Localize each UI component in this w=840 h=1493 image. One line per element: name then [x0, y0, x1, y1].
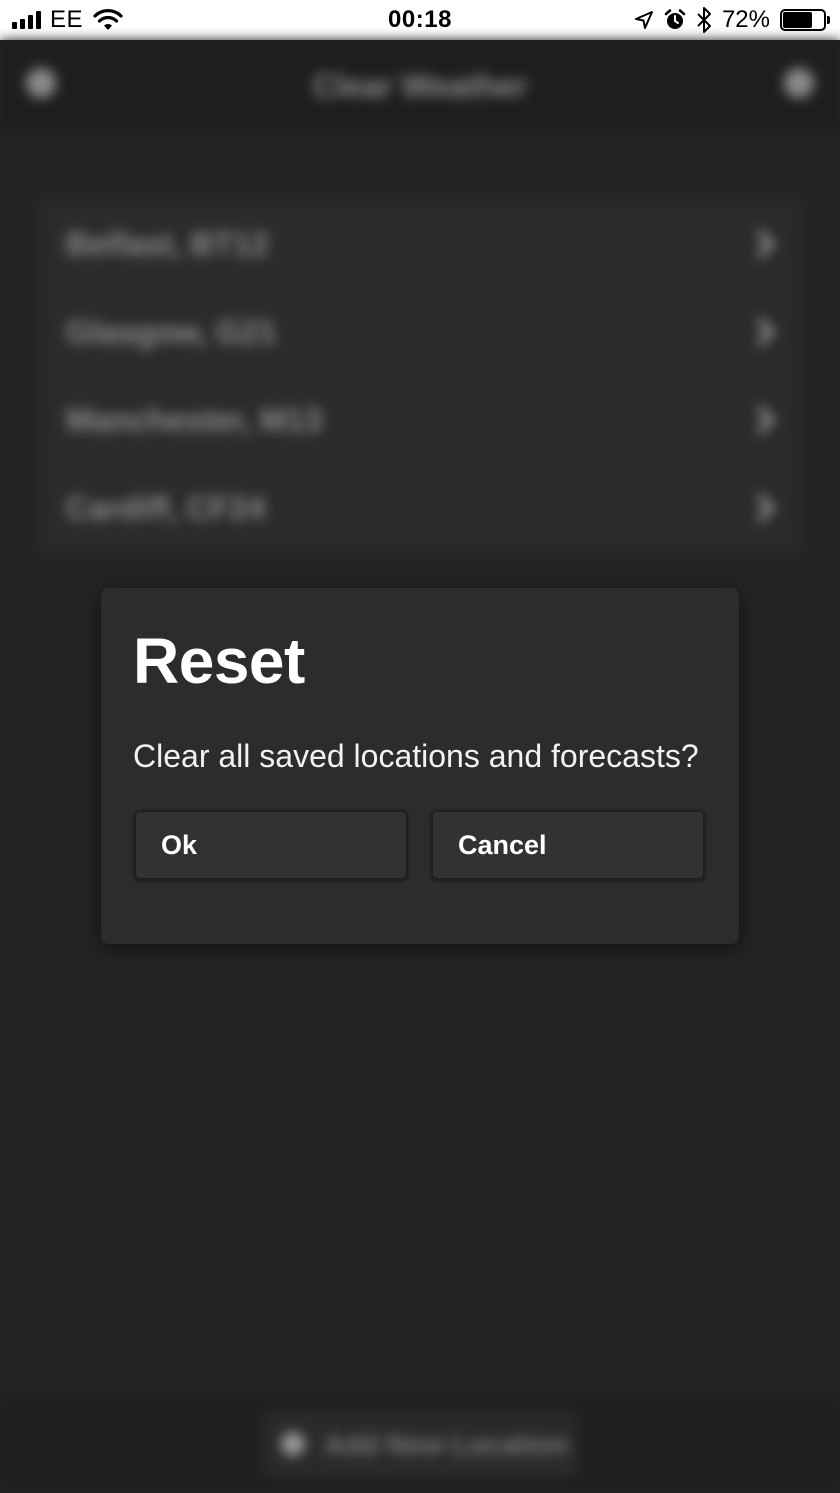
settings-icon[interactable]: [784, 68, 814, 98]
plus-icon: [281, 1432, 305, 1456]
chevron-right-icon: [756, 317, 776, 347]
dialog-message: Clear all saved locations and forecasts?: [133, 738, 699, 774]
add-location-button[interactable]: Add New Location: [262, 1411, 578, 1477]
status-bar: EE 00:18 72%: [0, 0, 840, 40]
battery-percent: 72%: [721, 6, 770, 33]
chevron-right-icon: [756, 405, 776, 435]
add-location-label: Add New Location: [324, 1429, 569, 1460]
reset-dialog: Reset Clear all saved locations and fore…: [101, 588, 739, 944]
bluetooth-icon: [697, 7, 711, 33]
battery-icon: [780, 9, 830, 31]
list-item[interactable]: Cardiff, CF24: [38, 464, 802, 552]
nav-bar: Clear Weather: [0, 40, 840, 130]
list-item[interactable]: Glasgow, G21: [38, 288, 802, 376]
cancel-button[interactable]: Cancel: [431, 810, 705, 880]
list-item[interactable]: Belfast, BT12: [38, 200, 802, 288]
alarm-icon: [664, 9, 686, 29]
location-arrow-icon: [634, 11, 653, 29]
app-title: Clear Weather: [312, 68, 528, 104]
chevron-right-icon: [756, 493, 776, 523]
bottom-bar: Add New Location: [0, 1397, 840, 1493]
list-item[interactable]: Manchester, M13: [38, 376, 802, 464]
screen: EE 00:18 72% Clear Weather Belfast, BT12…: [0, 0, 840, 1493]
location-list: Belfast, BT12 Glasgow, G21 Manchester, M…: [38, 200, 802, 552]
location-label: Belfast, BT12: [66, 226, 269, 262]
chevron-right-icon: [756, 229, 776, 259]
status-bar-right: 72%: [634, 6, 830, 34]
dialog-title: Reset: [133, 625, 305, 697]
location-label: Manchester, M13: [66, 402, 323, 438]
location-label: Glasgow, G21: [66, 314, 277, 350]
location-label: Cardiff, CF24: [66, 490, 266, 526]
ok-button[interactable]: Ok: [134, 810, 408, 880]
